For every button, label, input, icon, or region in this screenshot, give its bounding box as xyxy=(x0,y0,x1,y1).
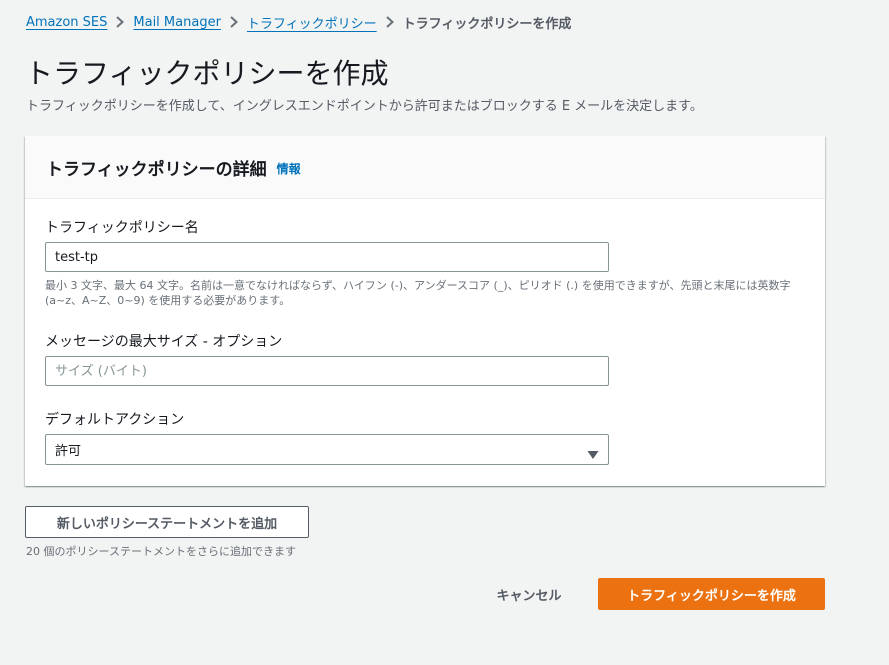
breadcrumb-link-mail-manager[interactable]: Mail Manager xyxy=(133,15,221,30)
panel-header: トラフィックポリシーの詳細 情報 xyxy=(25,136,825,199)
default-action-label: デフォルトアクション xyxy=(45,412,185,428)
create-traffic-policy-button[interactable]: トラフィックポリシーを作成 xyxy=(598,578,825,610)
policy-name-label: トラフィックポリシー名 xyxy=(45,220,199,236)
breadcrumb-link-amazon-ses[interactable]: Amazon SES xyxy=(26,15,107,30)
chevron-right-icon xyxy=(221,16,247,28)
traffic-policy-details-panel: トラフィックポリシーの詳細 情報 トラフィックポリシー名 最小 3 文字、最大 … xyxy=(25,136,825,486)
panel-title: トラフィックポリシーの詳細 xyxy=(46,159,267,180)
default-action-selected-value: 許可 xyxy=(55,444,82,459)
add-statement-hint: 20 個のポリシーステートメントをさらに追加できます xyxy=(26,545,296,558)
policy-name-input[interactable] xyxy=(45,242,609,272)
create-traffic-policy-page: Amazon SES Mail Manager トラフィックポリシー トラフィッ… xyxy=(0,0,889,665)
breadcrumb-link-traffic-policies[interactable]: トラフィックポリシー xyxy=(247,13,377,32)
policy-name-constraint: 最小 3 文字、最大 64 文字。名前は一意でなければならず、ハイフン (-)、… xyxy=(45,279,791,307)
add-policy-statement-button[interactable]: 新しいポリシーステートメントを追加 xyxy=(25,506,309,538)
breadcrumb: Amazon SES Mail Manager トラフィックポリシー トラフィッ… xyxy=(26,12,571,32)
info-link[interactable]: 情報 xyxy=(277,160,301,177)
max-message-size-input[interactable] xyxy=(45,356,609,386)
cancel-button[interactable]: キャンセル xyxy=(480,578,578,610)
default-action-select[interactable]: 許可 xyxy=(45,434,609,465)
chevron-right-icon xyxy=(377,16,403,28)
page-description: トラフィックポリシーを作成して、イングレスエンドポイントから許可またはブロックす… xyxy=(26,99,703,114)
caret-down-icon xyxy=(587,445,599,459)
chevron-right-icon xyxy=(107,16,133,28)
page-title: トラフィックポリシーを作成 xyxy=(25,57,389,90)
breadcrumb-current: トラフィックポリシーを作成 xyxy=(402,16,572,32)
max-message-size-label: メッセージの最大サイズ - オプション xyxy=(45,334,283,350)
